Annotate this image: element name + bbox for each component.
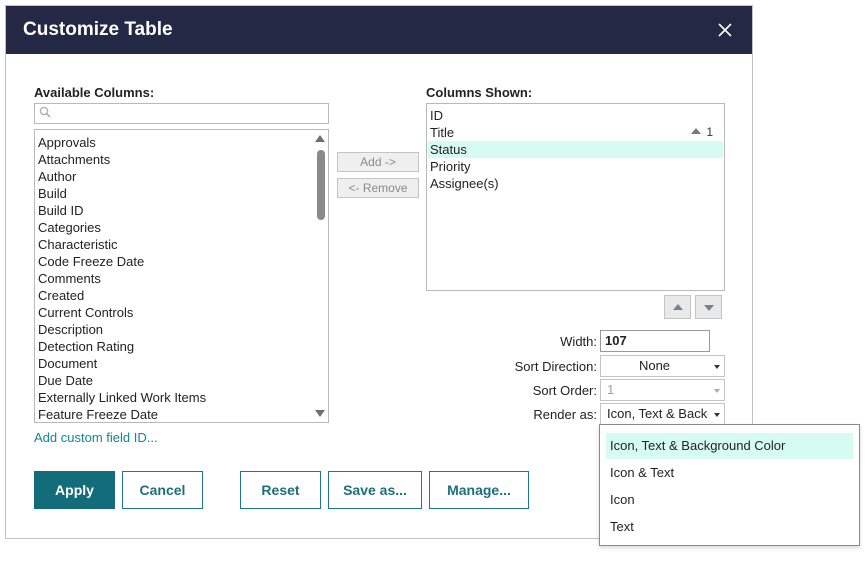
- columns-shown-list[interactable]: ID Title 1 Status Priority Assignee(s): [426, 103, 725, 291]
- render-as-label: Render as:: [533, 407, 597, 422]
- add-custom-field-link[interactable]: Add custom field ID...: [34, 430, 158, 445]
- dropdown-option[interactable]: Icon & Text: [606, 460, 853, 486]
- move-up-button[interactable]: [664, 295, 691, 319]
- cancel-button[interactable]: Cancel: [122, 471, 203, 509]
- manage-button[interactable]: Manage...: [429, 471, 529, 509]
- chevron-down-icon: [704, 305, 714, 311]
- caret-down-icon: [714, 365, 720, 369]
- list-item-selected[interactable]: Status: [428, 141, 723, 158]
- list-item[interactable]: Current Controls: [38, 304, 133, 321]
- width-input[interactable]: 107: [600, 330, 710, 352]
- list-item[interactable]: Code Freeze Date: [38, 253, 144, 270]
- caret-down-icon: [714, 413, 720, 417]
- columns-shown-label: Columns Shown:: [426, 85, 533, 100]
- list-item[interactable]: Build ID: [38, 202, 84, 219]
- scrollbar-thumb[interactable]: [317, 150, 325, 220]
- search-input[interactable]: [53, 105, 323, 122]
- available-columns-label: Available Columns:: [34, 85, 155, 100]
- sort-order-select: 1: [600, 379, 725, 401]
- reset-button[interactable]: Reset: [240, 471, 321, 509]
- list-item[interactable]: Due Date: [38, 372, 93, 389]
- add-column-button[interactable]: Add ->: [337, 152, 419, 172]
- move-down-button[interactable]: [695, 295, 722, 319]
- list-item[interactable]: Categories: [38, 219, 101, 236]
- list-item[interactable]: Approvals: [38, 134, 96, 151]
- save-as-button[interactable]: Save as...: [328, 471, 422, 509]
- sort-order-indicator: 1: [691, 124, 713, 141]
- sort-ascending-icon: [691, 128, 702, 134]
- dialog-titlebar: Customize Table: [6, 6, 752, 54]
- list-item[interactable]: Detection Rating: [38, 338, 134, 355]
- vertical-scrollbar[interactable]: [312, 130, 328, 422]
- list-item[interactable]: Attachments: [38, 151, 110, 168]
- render-as-dropdown: Icon, Text & Background Color Icon & Tex…: [599, 424, 860, 546]
- list-item[interactable]: Externally Linked Work Items: [38, 389, 206, 406]
- list-item[interactable]: Author: [38, 168, 76, 185]
- list-item[interactable]: Assignee(s): [428, 175, 723, 192]
- dropdown-option[interactable]: Text: [606, 514, 853, 540]
- sort-direction-label: Sort Direction:: [514, 359, 597, 374]
- available-columns-search[interactable]: [34, 103, 329, 124]
- dropdown-option[interactable]: Icon: [606, 487, 853, 513]
- list-item[interactable]: ID: [428, 107, 723, 124]
- apply-button[interactable]: Apply: [34, 471, 115, 509]
- remove-column-button[interactable]: <- Remove: [337, 178, 419, 198]
- render-as-select[interactable]: Icon, Text & Backg: [600, 403, 725, 425]
- sort-order-label: Sort Order:: [532, 383, 597, 398]
- list-item[interactable]: Build: [38, 185, 67, 202]
- list-item[interactable]: Priority: [428, 158, 723, 175]
- dialog-title: Customize Table: [23, 19, 173, 40]
- available-columns-list[interactable]: Approvals Attachments Author Build Build…: [34, 129, 329, 423]
- chevron-up-icon: [673, 304, 683, 310]
- search-icon: [39, 106, 51, 121]
- list-item[interactable]: Comments: [38, 270, 101, 287]
- sort-direction-select[interactable]: None: [600, 355, 725, 377]
- list-item[interactable]: Created: [38, 287, 84, 304]
- scroll-down-icon[interactable]: [315, 410, 325, 417]
- list-item[interactable]: Document: [38, 355, 97, 372]
- scroll-up-icon[interactable]: [315, 135, 325, 142]
- list-item[interactable]: Feature Freeze Date: [38, 406, 158, 422]
- list-item[interactable]: Title 1: [428, 124, 723, 141]
- list-item[interactable]: Characteristic: [38, 236, 117, 253]
- dropdown-option-selected[interactable]: Icon, Text & Background Color: [606, 433, 853, 459]
- close-icon[interactable]: [712, 16, 738, 42]
- caret-down-icon: [714, 389, 720, 393]
- width-label: Width:: [560, 334, 597, 349]
- list-item[interactable]: Description: [38, 321, 103, 338]
